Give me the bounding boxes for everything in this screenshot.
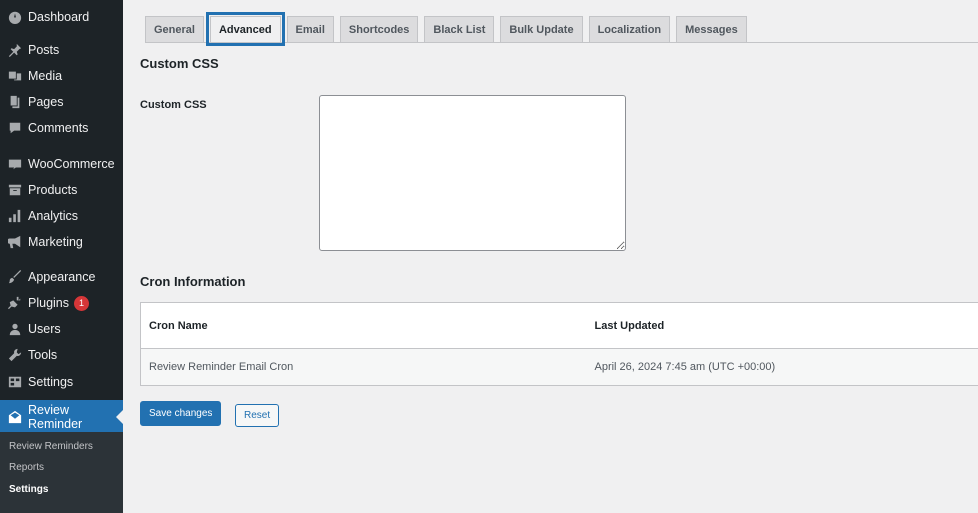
current-menu-arrow bbox=[116, 410, 123, 424]
submenu-item-settings[interactable]: Settings bbox=[9, 484, 48, 495]
tab-localization[interactable]: Localization bbox=[588, 16, 671, 42]
sidebar-item-posts[interactable]: Posts bbox=[0, 38, 123, 62]
wrench-icon bbox=[8, 348, 22, 362]
admin-sidebar: Dashboard Posts Media Pages Comments Woo… bbox=[0, 0, 123, 513]
sidebar-item-label: WooCommerce bbox=[28, 157, 115, 171]
brush-icon bbox=[8, 270, 22, 284]
sidebar-item-dashboard[interactable]: Dashboard bbox=[0, 5, 123, 29]
dashboard-icon bbox=[8, 10, 22, 24]
pages-icon bbox=[8, 95, 22, 109]
tab-black-list[interactable]: Black List bbox=[424, 16, 495, 42]
sidebar-item-products[interactable]: Products bbox=[0, 178, 123, 202]
submenu-item-review-reminders[interactable]: Review Reminders bbox=[9, 441, 93, 452]
cron-table: Cron Name Last Updated Review Reminder E… bbox=[140, 302, 978, 386]
comment-icon bbox=[8, 121, 22, 135]
reset-button[interactable]: Reset bbox=[235, 404, 280, 427]
settings-tabs: General Advanced Email Shortcodes Black … bbox=[145, 12, 753, 46]
sidebar-item-label: Settings bbox=[28, 375, 74, 389]
pin-icon bbox=[8, 43, 22, 57]
sidebar-item-analytics[interactable]: Analytics bbox=[0, 204, 123, 228]
tab-divider bbox=[145, 42, 978, 43]
last-updated-cell: April 26, 2024 7:45 am (UTC +00:00) bbox=[586, 348, 978, 386]
sidebar-item-label: Comments bbox=[28, 121, 89, 135]
cron-name-cell: Review Reminder Email Cron bbox=[140, 348, 587, 386]
sidebar-item-appearance[interactable]: Appearance bbox=[0, 265, 123, 289]
sidebar-item-label: Dashboard bbox=[28, 10, 90, 24]
custom-css-textarea[interactable] bbox=[319, 95, 626, 251]
sidebar-item-label: Media bbox=[28, 69, 63, 83]
woocommerce-icon bbox=[8, 157, 22, 171]
sidebar-item-media[interactable]: Media bbox=[0, 64, 123, 88]
archive-icon bbox=[8, 183, 22, 197]
envelope-icon bbox=[8, 410, 22, 424]
sidebar-item-label: Analytics bbox=[28, 209, 79, 223]
custom-css-heading: Custom CSS bbox=[140, 56, 219, 71]
cron-information-heading: Cron Information bbox=[140, 274, 246, 289]
sidebar-item-comments[interactable]: Comments bbox=[0, 116, 123, 140]
settings-icon bbox=[8, 375, 22, 389]
sidebar-item-marketing[interactable]: Marketing bbox=[0, 230, 123, 254]
tab-bulk-update[interactable]: Bulk Update bbox=[500, 16, 583, 42]
sidebar-item-label: Posts bbox=[28, 43, 60, 57]
sidebar-item-review-reminder[interactable]: Review Reminder bbox=[0, 400, 123, 434]
sidebar-item-tools[interactable]: Tools bbox=[0, 343, 123, 367]
sidebar-item-label: Marketing bbox=[28, 235, 83, 249]
sidebar-item-label: Pages bbox=[28, 95, 64, 109]
sidebar-item-woocommerce[interactable]: WooCommerce bbox=[0, 152, 123, 176]
tab-shortcodes[interactable]: Shortcodes bbox=[339, 16, 419, 42]
column-header-last-updated: Last Updated bbox=[586, 302, 978, 349]
review-reminder-submenu: Review Reminders Reports Settings bbox=[0, 432, 123, 513]
tab-advanced[interactable]: Advanced bbox=[205, 12, 285, 46]
megaphone-icon bbox=[8, 235, 22, 249]
user-icon bbox=[8, 322, 22, 336]
sidebar-item-label: Users bbox=[28, 322, 61, 336]
column-header-cron-name: Cron Name bbox=[140, 302, 587, 349]
tab-email[interactable]: Email bbox=[286, 16, 334, 42]
sidebar-item-plugins[interactable]: Plugins 1 bbox=[0, 291, 123, 315]
main-content: General Advanced Email Shortcodes Black … bbox=[123, 0, 978, 513]
sidebar-item-label: Plugins bbox=[28, 296, 69, 310]
sidebar-item-settings[interactable]: Settings bbox=[0, 370, 123, 394]
tab-messages[interactable]: Messages bbox=[676, 16, 747, 42]
sidebar-item-label: Products bbox=[28, 183, 78, 197]
save-changes-button[interactable]: Save changes bbox=[140, 401, 222, 426]
media-icon bbox=[8, 69, 22, 83]
plugin-update-badge: 1 bbox=[74, 295, 89, 311]
sidebar-item-users[interactable]: Users bbox=[0, 317, 123, 341]
sidebar-item-pages[interactable]: Pages bbox=[0, 90, 123, 114]
table-header-row: Cron Name Last Updated bbox=[140, 302, 978, 349]
tab-general[interactable]: General bbox=[145, 16, 204, 42]
custom-css-label: Custom CSS bbox=[140, 99, 207, 111]
sidebar-item-label: Tools bbox=[28, 348, 58, 362]
plugin-icon bbox=[8, 296, 22, 310]
sidebar-item-label: Review Reminder bbox=[28, 403, 83, 431]
bar-chart-icon bbox=[8, 209, 22, 223]
table-row: Review Reminder Email Cron April 26, 202… bbox=[140, 348, 978, 386]
sidebar-item-label: Appearance bbox=[28, 270, 96, 284]
submenu-item-reports[interactable]: Reports bbox=[9, 462, 44, 473]
